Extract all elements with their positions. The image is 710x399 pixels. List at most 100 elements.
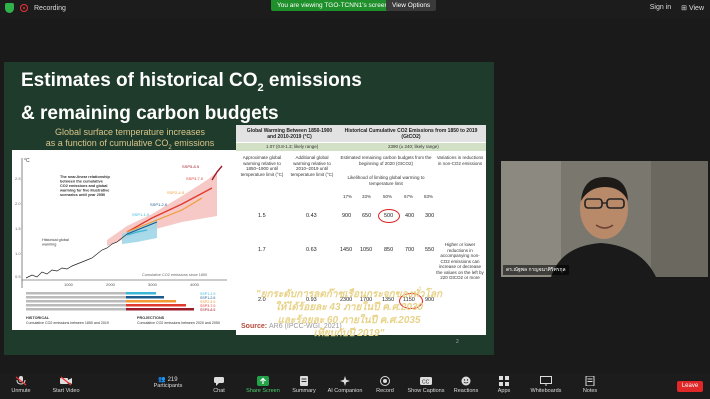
subheader-warming: 1.07 (0.8-1.3; likely range): [266, 144, 319, 149]
thai-quote: "ยกระดับการลดก๊าซเรือนกระจกของทั่วโลก ให…: [249, 288, 449, 340]
record-button[interactable]: Record: [375, 376, 395, 394]
cell: 850: [384, 247, 394, 253]
table-header: Global Warming Between 1850-1900 and 201…: [236, 125, 486, 142]
col-variation-header: Variations in reductions in non-CO2 emis…: [436, 155, 484, 166]
cell: 300: [425, 213, 435, 219]
apps-icon: [499, 376, 509, 386]
highlight-circle: [378, 209, 400, 223]
participant-name: ดร.ณัฐพล กาญจนาศิริศรกุล: [503, 265, 569, 275]
footer-historical-desc: Cumulative CO2 emissions between 1850 an…: [26, 321, 109, 325]
svg-text:SSP2-4.5: SSP2-4.5: [167, 190, 185, 195]
share-screen-icon: [257, 376, 269, 386]
chat-button[interactable]: Chat: [209, 376, 229, 394]
start-video-label: Start Video: [52, 388, 80, 394]
cell: 1.5: [258, 213, 266, 219]
cell: 0.43: [306, 213, 317, 219]
cell: 900: [342, 213, 352, 219]
participants-label: Participants: [153, 383, 183, 389]
col-approx-header: Approximate global warming relative to 1…: [240, 155, 284, 177]
svg-text:4000: 4000: [190, 282, 200, 287]
chart-annotation: The near-linear relationship between the …: [59, 175, 110, 197]
viewing-screen-banner: You are viewing TGO-TCNN1's screen: [271, 0, 395, 11]
notes-button[interactable]: Notes: [580, 376, 600, 394]
speaker-image: [501, 161, 708, 277]
view-options-button[interactable]: View Options: [386, 0, 437, 11]
summary-icon: [300, 376, 308, 386]
thai-line: เทียบกับปี 2019": [313, 328, 385, 339]
footer-historical: HISTORICAL: [26, 316, 50, 320]
record-icon: [380, 376, 390, 386]
unmute-button[interactable]: Unmute: [6, 376, 36, 394]
x-caption: Cumulative CO2 emissions since 1850: [142, 273, 207, 277]
ai-companion-label: AI Companion: [327, 388, 363, 394]
whiteboards-label: Whiteboards: [530, 388, 562, 394]
svg-text:1.0: 1.0: [15, 251, 21, 256]
chart-ylabel: °C: [24, 158, 30, 164]
pct-33: 33%: [362, 194, 372, 199]
subtitle-line2-end: emissions: [171, 138, 215, 148]
record-label: Record: [376, 388, 394, 394]
thai-line: "ยกระดับการลดก๊าซเรือนกระจกของทั่วโลก: [255, 289, 443, 300]
unmute-label: Unmute: [11, 388, 31, 394]
show-captions-button[interactable]: CC Show Captions: [406, 376, 446, 394]
header-warming: Global Warming Between 1850-1900 and 201…: [246, 128, 333, 140]
variation-note: Higher or lower reductions in accompanyi…: [436, 242, 484, 280]
cell: 650: [362, 213, 372, 219]
svg-text:0.5: 0.5: [15, 274, 21, 279]
slide-page-number: 2: [456, 339, 459, 345]
cell: 550: [425, 247, 435, 253]
footer-projections: PROJECTIONS: [137, 316, 165, 320]
captions-icon: CC: [420, 377, 432, 385]
top-left-status: Recording: [5, 3, 66, 13]
title-line2: & remaining carbon budgets: [21, 102, 279, 124]
title-part: emissions: [263, 70, 362, 91]
cell: 400: [405, 213, 415, 219]
col-likelihood-header: Likelihood of limiting global warming to…: [347, 175, 425, 186]
chat-label: Chat: [213, 388, 225, 394]
cell: 1.7: [258, 247, 266, 253]
pct-50: 50%: [383, 194, 393, 199]
microphone-muted-icon: [15, 376, 27, 386]
participant-video[interactable]: ดร.ณัฐพล กาญจนาศิริศรกุล: [501, 161, 708, 277]
view-label: View: [688, 5, 704, 12]
apps-button[interactable]: Apps: [494, 376, 514, 394]
reactions-label: Reactions: [453, 388, 479, 394]
table-subheader: 1.07 (0.8-1.3; likely range) 2390 (± 240…: [236, 143, 486, 151]
view-button[interactable]: ⊞ View: [681, 4, 704, 12]
pct-17: 17%: [343, 194, 353, 199]
col-additional-header: Additional global warming relative to 20…: [290, 155, 334, 177]
apps-label: Apps: [497, 388, 511, 394]
col-budget-header: Estimated remaining carbon budgets from …: [340, 155, 432, 166]
summary-label: Summary: [292, 388, 316, 394]
subheader-cumulative: 2390 (± 240; likely range): [388, 144, 439, 149]
svg-text:1000: 1000: [64, 282, 74, 287]
notes-icon: [585, 376, 595, 386]
svg-text:SSP1-2.6: SSP1-2.6: [150, 202, 168, 207]
summary-button[interactable]: Summary: [290, 376, 318, 394]
sign-in-button[interactable]: Sign in: [650, 4, 671, 12]
pct-67: 67%: [404, 194, 414, 199]
warming-chart-figure: °C 2.5 2.0 1.5 1.0 0.5 The near-linear relat…: [12, 150, 236, 330]
ai-companion-button[interactable]: AI Companion: [326, 376, 364, 394]
historical-label: Historical global warming: [42, 238, 69, 247]
svg-text:SSP5-8.5: SSP5-8.5: [182, 164, 200, 169]
recording-label: Recording: [34, 4, 66, 12]
title-part: Estimates of historical CO: [21, 70, 258, 91]
svg-text:2000: 2000: [106, 282, 116, 287]
security-shield-icon[interactable]: [5, 3, 14, 13]
table-row: 1.5 0.43 900 650 500 400 300: [236, 207, 486, 227]
slide-title: Estimates of historical CO2 emissions & …: [21, 68, 362, 127]
whiteboards-button[interactable]: Whiteboards: [528, 376, 564, 394]
reactions-button[interactable]: Reactions: [452, 376, 480, 394]
start-video-button[interactable]: Start Video: [48, 376, 84, 394]
leave-button[interactable]: Leave: [677, 381, 703, 392]
presentation-slide: Estimates of historical CO 2 emissions & …: [4, 62, 494, 355]
svg-text:CC: CC: [422, 379, 430, 385]
chat-icon: [214, 377, 224, 386]
svg-text:SSP5-8.5: SSP5-8.5: [200, 308, 215, 312]
pct-83: 83%: [424, 194, 434, 199]
cell: 1050: [360, 247, 373, 253]
participants-button[interactable]: 👥 219 Participants: [150, 376, 186, 389]
share-screen-button[interactable]: Share Screen: [246, 376, 280, 394]
thai-line: และร้อยละ 60 ภายในปี ค.ศ.2035: [277, 315, 421, 326]
